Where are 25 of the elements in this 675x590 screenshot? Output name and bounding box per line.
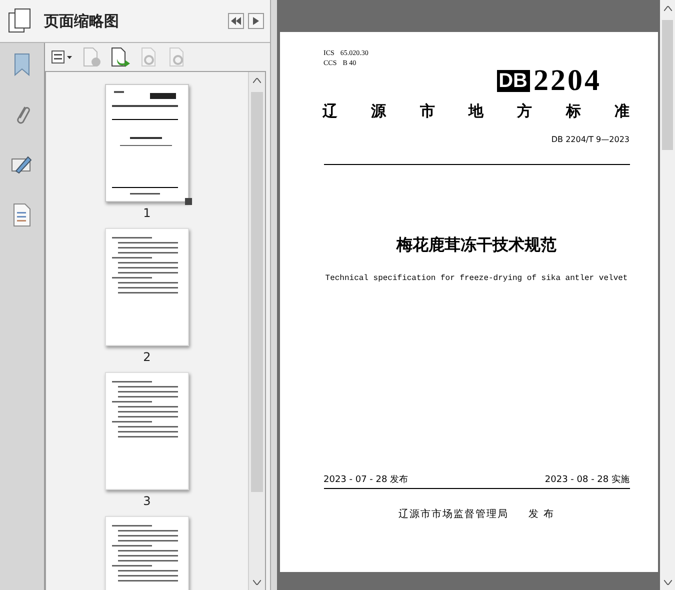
double-left-arrow-icon xyxy=(231,17,241,25)
page-thumbnail[interactable] xyxy=(105,228,189,346)
publisher: 辽源市市场监督管理局 xyxy=(398,508,508,521)
english-title: Technical specification for freeze-drying of sika antler velvet xyxy=(325,274,628,283)
logo-prefix: DB xyxy=(496,70,530,92)
scrollbar-thumb[interactable] xyxy=(662,20,673,150)
standard-category: 辽源市地方标准 xyxy=(322,102,630,121)
page-number: 2 xyxy=(143,350,151,364)
logo-number: 2204 xyxy=(534,66,602,96)
panel-title: 页面缩略图 xyxy=(44,12,120,30)
insert-page-icon[interactable] xyxy=(111,46,131,68)
document-title: 梅花鹿茸冻干技术规范 xyxy=(396,235,556,256)
implement-date: 2023 - 08 - 28 实施 xyxy=(544,474,630,486)
publish-word: 发 布 xyxy=(528,508,555,521)
right-arrow-icon xyxy=(253,17,259,25)
page-number: 1 xyxy=(143,206,151,220)
collapse-panel-button[interactable] xyxy=(228,13,244,29)
resize-handle[interactable] xyxy=(185,198,192,205)
expand-panel-button[interactable] xyxy=(248,13,264,29)
scrollbar-thumb[interactable] xyxy=(251,92,263,492)
page-number: 3 xyxy=(143,494,151,508)
page-thumbnail[interactable] xyxy=(105,372,189,490)
issue-date: 2023 - 07 - 28 发布 xyxy=(324,474,408,486)
pages-icon xyxy=(8,8,32,34)
standard-number: DB 2204/T 9—2023 xyxy=(551,135,630,144)
